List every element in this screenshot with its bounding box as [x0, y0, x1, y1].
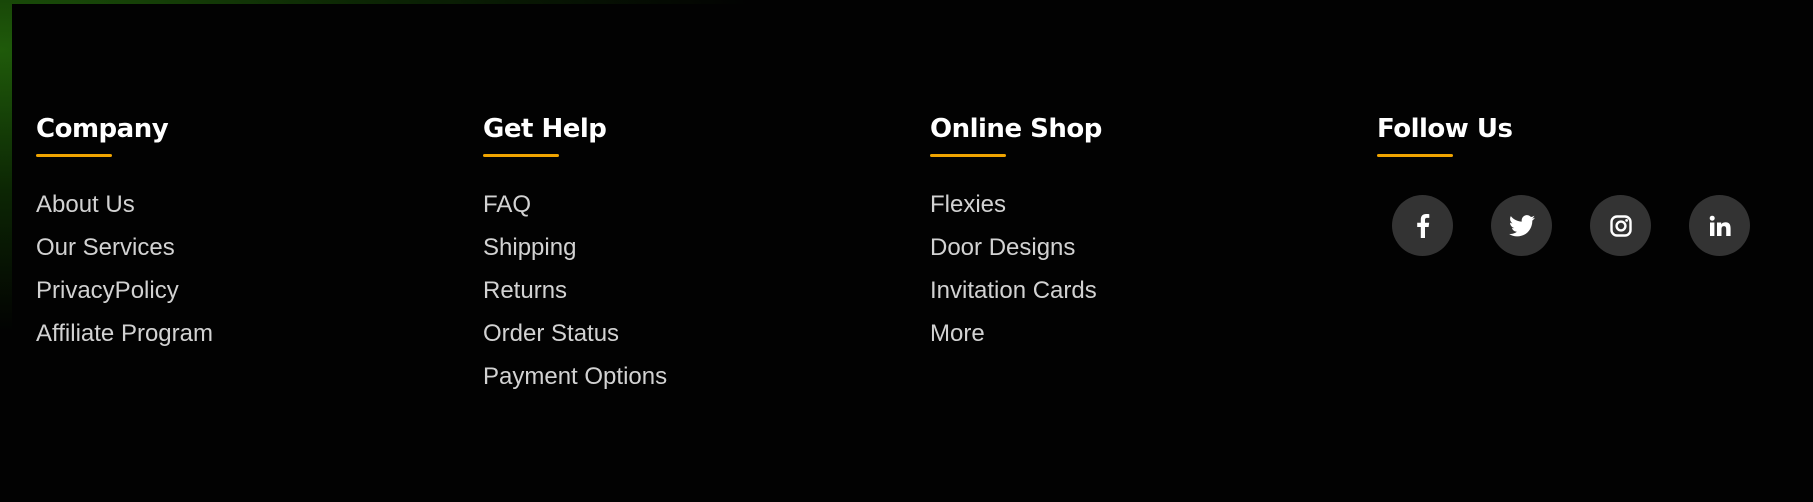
link-payment-options[interactable]: Payment Options — [483, 363, 667, 390]
footer-column-follow-us: Follow Us — [1377, 112, 1750, 256]
title-underline — [36, 154, 112, 157]
title-underline — [1377, 154, 1453, 157]
link-list: Flexies Door Designs Invitation Cards Mo… — [930, 191, 1102, 363]
footer-column-get-help: Get Help FAQ Shipping Returns Order Stat… — [483, 112, 667, 406]
title-underline — [483, 154, 559, 157]
column-title: Online Shop — [930, 114, 1102, 144]
link-flexies[interactable]: Flexies — [930, 191, 1006, 218]
twitter-button[interactable] — [1491, 195, 1552, 256]
link-more[interactable]: More — [930, 320, 985, 347]
page: Company About Us Our Services PrivacyPol… — [0, 0, 1813, 502]
facebook-button[interactable] — [1392, 195, 1453, 256]
linkedin-icon — [1709, 215, 1731, 236]
link-our-services[interactable]: Our Services — [36, 234, 175, 261]
link-returns[interactable]: Returns — [483, 277, 567, 304]
link-privacy-policy[interactable]: PrivacyPolicy — [36, 277, 179, 304]
column-title: Get Help — [483, 114, 607, 144]
instagram-button[interactable] — [1590, 195, 1651, 256]
column-title: Follow Us — [1377, 114, 1513, 144]
footer-column-online-shop: Online Shop Flexies Door Designs Invitat… — [930, 112, 1102, 363]
linkedin-button[interactable] — [1689, 195, 1750, 256]
link-affiliate-program[interactable]: Affiliate Program — [36, 320, 213, 347]
footer-column-company: Company About Us Our Services PrivacyPol… — [36, 112, 213, 363]
link-invitation-cards[interactable]: Invitation Cards — [930, 277, 1097, 304]
link-about-us[interactable]: About Us — [36, 191, 135, 218]
twitter-icon — [1508, 214, 1535, 236]
link-door-designs[interactable]: Door Designs — [930, 234, 1075, 261]
link-shipping[interactable]: Shipping — [483, 234, 576, 261]
column-title: Company — [36, 114, 169, 144]
site-footer: Company About Us Our Services PrivacyPol… — [12, 4, 1801, 502]
link-order-status[interactable]: Order Status — [483, 320, 619, 347]
link-list: FAQ Shipping Returns Order Status Paymen… — [483, 191, 667, 406]
link-faq[interactable]: FAQ — [483, 191, 531, 218]
facebook-icon — [1416, 213, 1429, 238]
instagram-icon — [1609, 214, 1632, 237]
link-list: About Us Our Services PrivacyPolicy Affi… — [36, 191, 213, 363]
social-links — [1392, 195, 1750, 256]
title-underline — [930, 154, 1006, 157]
